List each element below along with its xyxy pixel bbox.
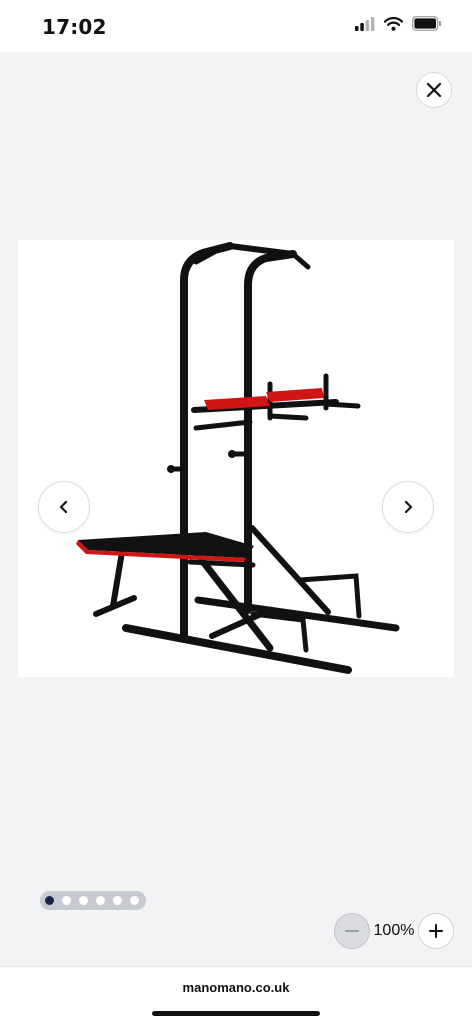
status-bar: 17:02 bbox=[0, 0, 472, 52]
pagination-dot[interactable] bbox=[79, 896, 88, 905]
zoom-out-button[interactable] bbox=[334, 913, 370, 949]
pagination-dot-active[interactable] bbox=[45, 896, 54, 905]
browser-address-bar: manomano.co.uk bbox=[0, 966, 472, 1024]
url-label[interactable]: manomano.co.uk bbox=[0, 980, 472, 995]
status-icons bbox=[355, 16, 442, 31]
close-button[interactable] bbox=[416, 72, 452, 108]
product-image[interactable] bbox=[18, 240, 454, 677]
home-indicator[interactable] bbox=[152, 1011, 320, 1016]
plus-icon bbox=[429, 924, 443, 938]
next-image-button[interactable] bbox=[382, 481, 434, 533]
pagination-dot[interactable] bbox=[96, 896, 105, 905]
pagination-dot[interactable] bbox=[130, 896, 139, 905]
status-time: 17:02 bbox=[42, 15, 107, 39]
image-pagination bbox=[40, 891, 146, 910]
wifi-icon bbox=[384, 16, 403, 31]
previous-image-button[interactable] bbox=[38, 481, 90, 533]
battery-icon bbox=[412, 16, 441, 31]
zoom-level: 100% bbox=[373, 922, 415, 939]
zoom-in-button[interactable] bbox=[418, 913, 454, 949]
minus-icon bbox=[345, 930, 359, 932]
close-icon bbox=[426, 82, 442, 98]
power-tower-illustration bbox=[76, 242, 400, 674]
pagination-dot[interactable] bbox=[62, 896, 71, 905]
zoom-controls: 100% bbox=[334, 913, 454, 949]
cellular-signal-icon bbox=[355, 16, 375, 31]
chevron-left-icon bbox=[59, 500, 68, 514]
pagination-dot[interactable] bbox=[113, 896, 122, 905]
chevron-right-icon bbox=[404, 500, 413, 514]
